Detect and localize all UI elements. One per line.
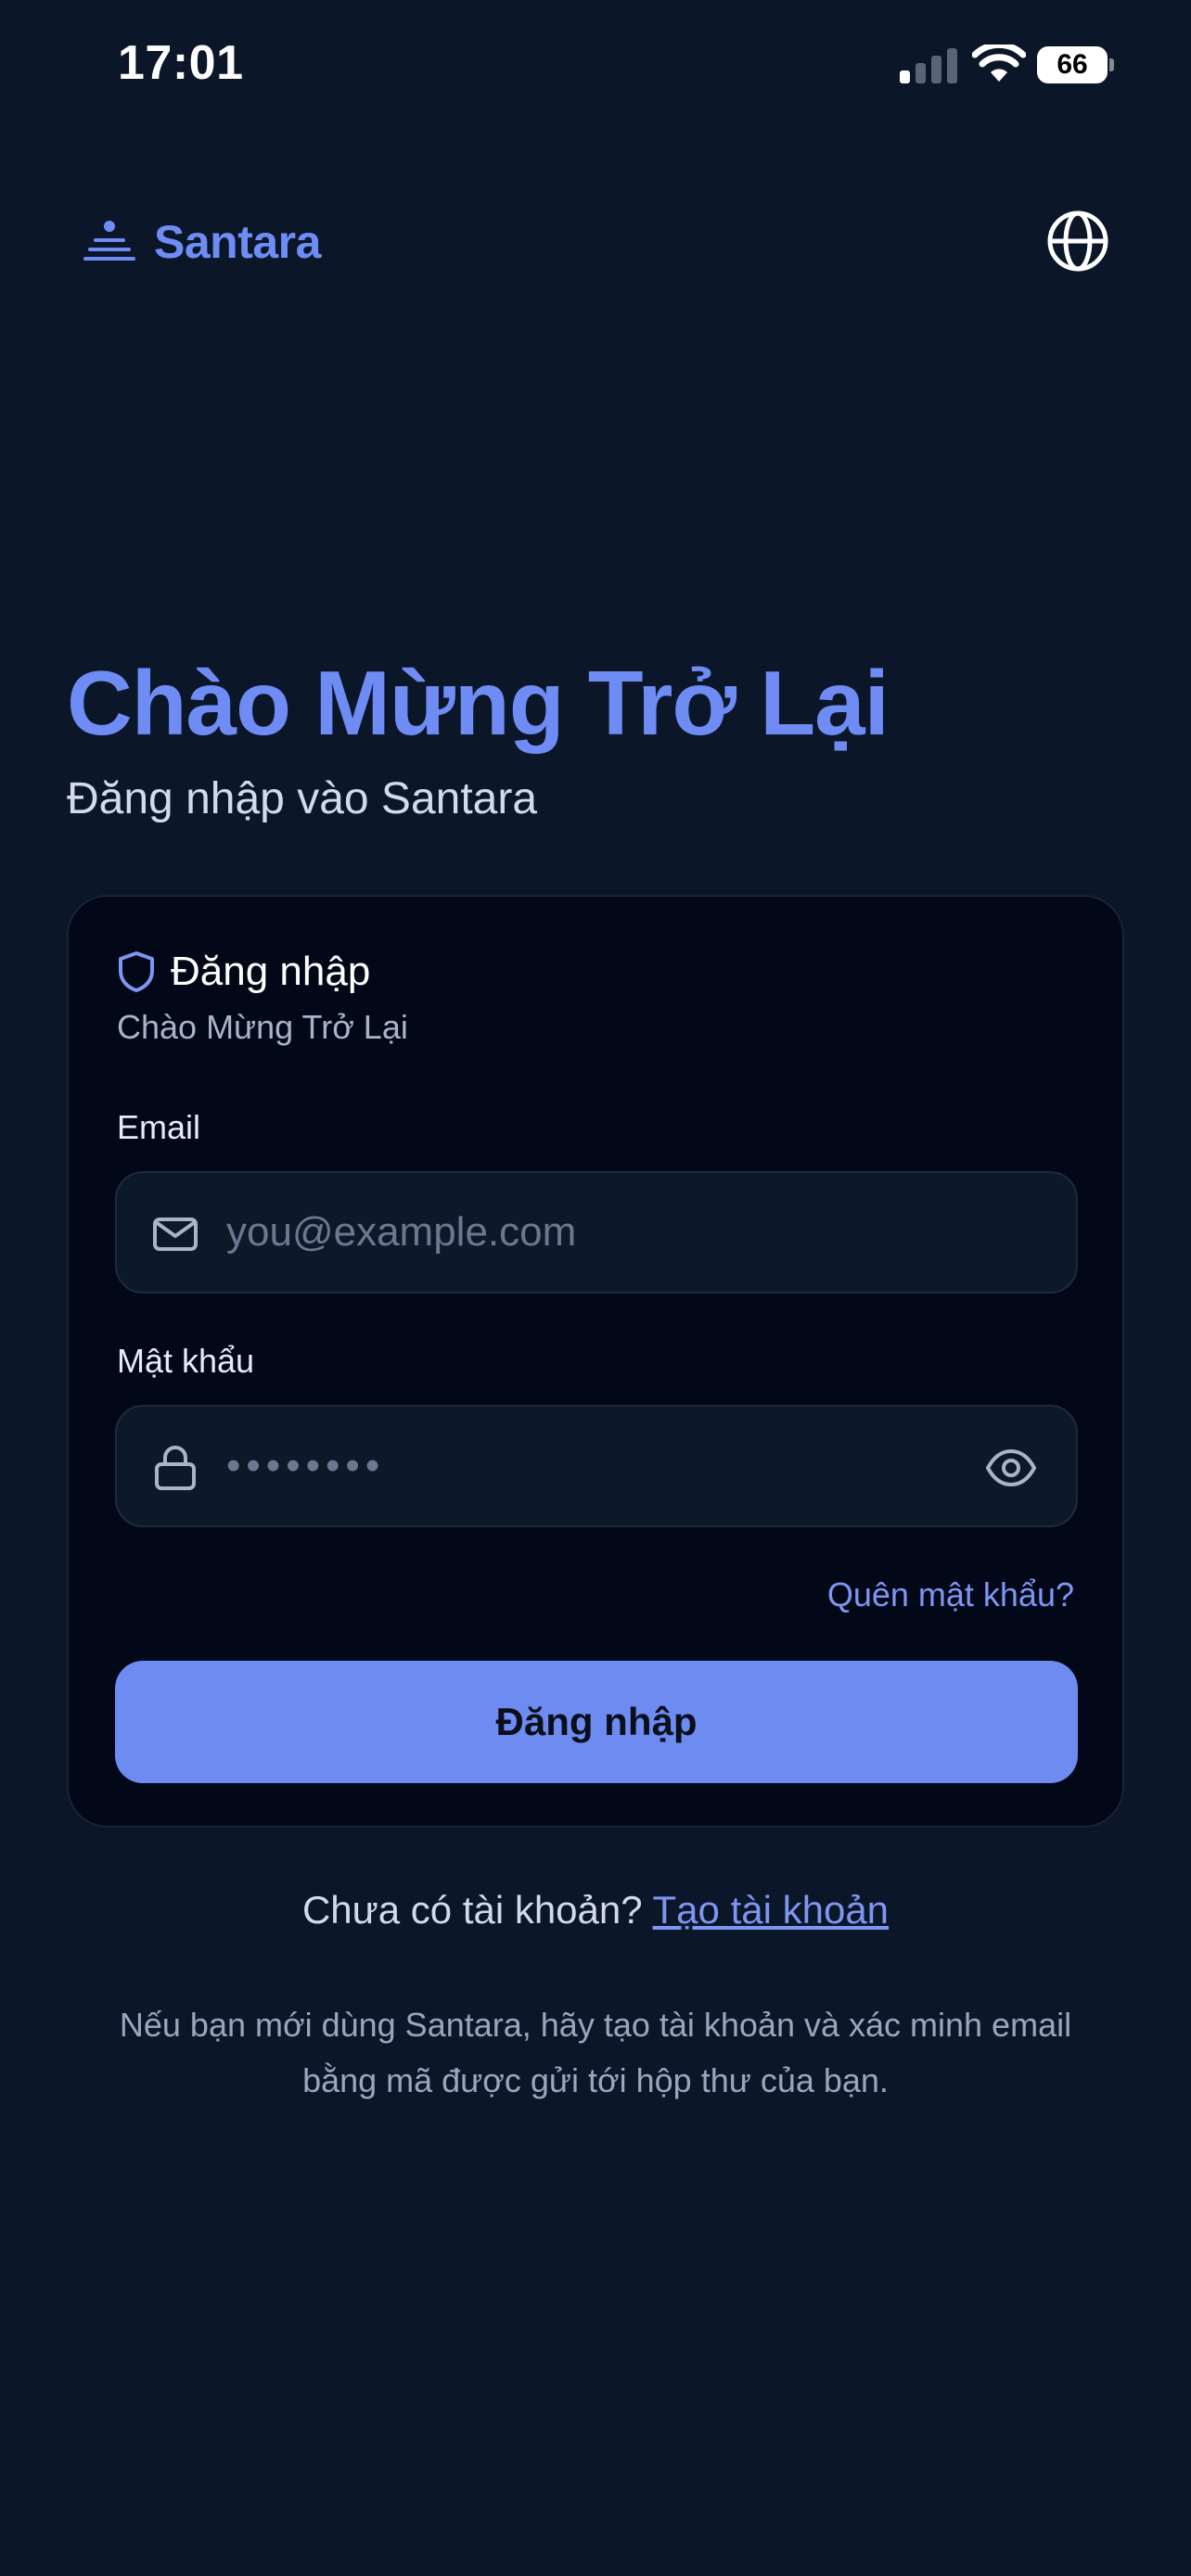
card-title: Đăng nhập (171, 949, 371, 994)
santara-logo-icon (83, 221, 135, 261)
language-button[interactable] (1044, 208, 1111, 274)
wifi-icon (972, 45, 1026, 82)
lock-icon (155, 1446, 196, 1490)
battery-cap (1109, 58, 1114, 71)
signup-prompt: Chưa có tài khoản? Tạo tài khoản (0, 1888, 1191, 1932)
status-time: 17:01 (118, 36, 244, 90)
email-field[interactable] (115, 1171, 1078, 1294)
brand[interactable]: Santara (82, 210, 321, 274)
login-screen: 17:01 66 Santara Chào Mừng Trở Lại Đăng … (0, 0, 1191, 2576)
battery-indicator: 66 (1037, 46, 1115, 83)
page-subtitle: Đăng nhập vào Santara (67, 774, 538, 823)
shield-icon (119, 951, 154, 992)
card-header: Đăng nhập (115, 949, 370, 995)
card-subtitle: Chào Mừng Trở Lại (117, 1008, 408, 1046)
forgot-password-link[interactable]: Quên mật khẩu? (827, 1575, 1074, 1614)
create-account-link[interactable]: Tạo tài khoản (653, 1888, 890, 1932)
brand-name: Santara (154, 216, 321, 268)
globe-icon (1047, 210, 1108, 272)
email-label: Email (117, 1108, 201, 1146)
email-input[interactable] (224, 1173, 985, 1292)
eye-icon[interactable] (985, 1442, 1037, 1494)
info-text: Nếu bạn mới dùng Santara, hãy tạo tài kh… (119, 2006, 1072, 2099)
password-field[interactable] (115, 1405, 1078, 1527)
mail-icon (153, 1218, 198, 1251)
page-title: Chào Mừng Trở Lại (67, 652, 890, 754)
password-input[interactable] (224, 1407, 985, 1525)
battery-level: 66 (1037, 46, 1108, 83)
login-button[interactable]: Đăng nhập (115, 1661, 1078, 1783)
signal-bars-icon (900, 48, 957, 83)
no-account-text: Chưa có tài khoản? (301, 1888, 653, 1932)
status-bar: 17:01 66 (0, 0, 1191, 139)
login-card: Đăng nhập Chào Mừng Trở Lại Email Mật kh… (67, 895, 1124, 1828)
password-label: Mật khẩu (117, 1342, 255, 1380)
